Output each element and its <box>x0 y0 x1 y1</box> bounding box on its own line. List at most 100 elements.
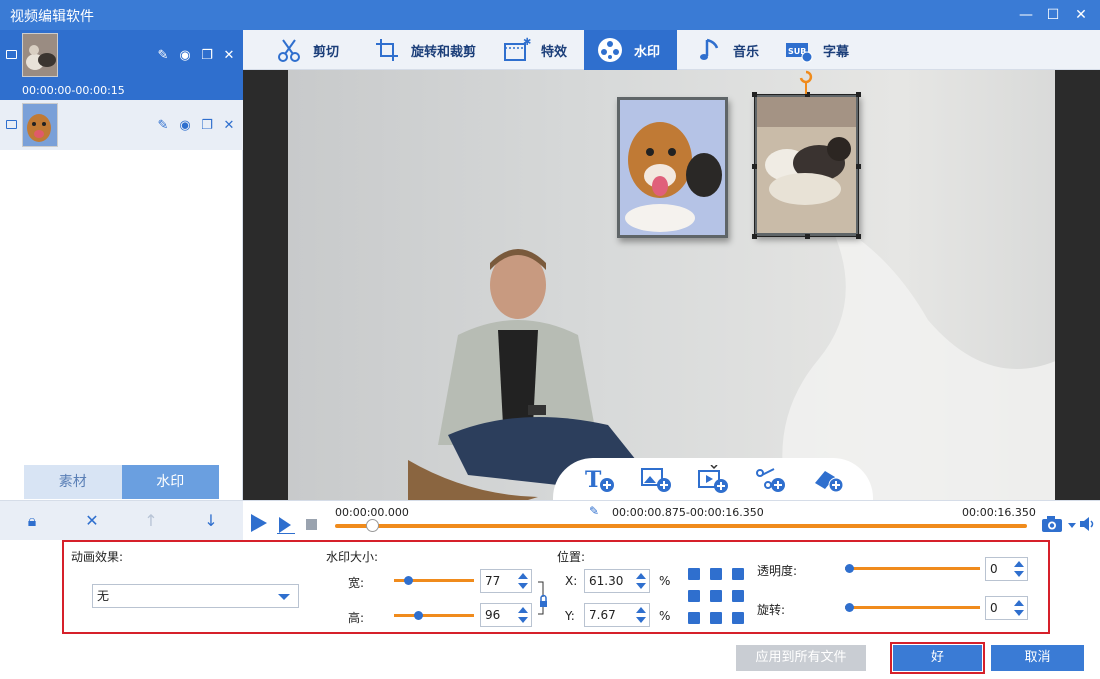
resize-handle[interactable] <box>805 234 810 239</box>
tab-music[interactable]: 音乐 <box>683 30 771 70</box>
position-top-center[interactable] <box>710 568 722 580</box>
opacity-slider-knob[interactable] <box>845 564 854 573</box>
resize-handle[interactable] <box>856 234 861 239</box>
watermark-dog-image[interactable] <box>617 97 728 238</box>
delete-icon[interactable]: ✕ <box>221 118 237 134</box>
tab-music-label: 音乐 <box>733 44 760 60</box>
tab-effects-label: 特效 <box>541 44 568 60</box>
timeline-track[interactable] <box>335 524 1027 528</box>
opacity-input[interactable]: 0 <box>985 557 1028 581</box>
image-file-icon <box>6 120 17 129</box>
file-list-panel: 00:00:00-00:00:15 ✎ ◉ ❐ ✕ ✎ ◉ ❐ ✕ <box>0 30 243 500</box>
spin-arrows-icon[interactable] <box>1013 598 1025 618</box>
camera-dropdown-icon[interactable] <box>1068 523 1076 528</box>
cancel-button[interactable]: 取消 <box>991 645 1084 671</box>
chevron-down-icon <box>278 594 290 600</box>
x-percent: % <box>659 574 671 588</box>
animation-dropdown[interactable]: 无 <box>92 584 299 608</box>
width-slider-knob[interactable] <box>404 576 413 585</box>
resize-handle[interactable] <box>856 92 861 97</box>
height-slider[interactable] <box>394 611 474 620</box>
ok-button[interactable]: 好 <box>890 642 985 674</box>
rotation-input[interactable]: 0 <box>985 596 1028 620</box>
add-shape-watermark-icon[interactable] <box>754 465 786 493</box>
add-video-watermark-icon[interactable] <box>697 464 729 493</box>
svg-text:✱: ✱ <box>523 37 531 48</box>
resize-handle[interactable] <box>752 164 757 169</box>
file-item-image[interactable]: ✎ ◉ ❐ ✕ <box>0 100 243 150</box>
timeline-playhead[interactable] <box>365 519 379 532</box>
position-bottom-center[interactable] <box>710 612 722 624</box>
y-input[interactable]: 7.67 <box>584 603 650 627</box>
tab-watermark-list[interactable]: 水印 <box>121 465 219 499</box>
selection-box[interactable] <box>752 92 861 239</box>
volume-icon[interactable] <box>1079 516 1097 532</box>
add-text-watermark-icon[interactable]: T <box>583 465 615 493</box>
spin-arrows-icon[interactable] <box>1013 559 1025 579</box>
preview-canvas: T <box>288 70 1055 500</box>
opacity-label: 透明度: <box>757 564 798 578</box>
width-slider[interactable] <box>394 576 474 585</box>
opacity-slider[interactable] <box>845 564 980 573</box>
resize-handle[interactable] <box>752 92 757 97</box>
close-button[interactable]: ✕ <box>1066 0 1096 30</box>
edit-icon[interactable]: ✎ <box>155 118 171 134</box>
edit-range-icon[interactable]: ✎ <box>589 504 599 518</box>
tab-rotate-crop[interactable]: 旋转和裁剪 <box>361 30 488 70</box>
tab-watermark-label: 水印 <box>634 44 661 60</box>
position-top-right[interactable] <box>732 568 744 580</box>
position-bottom-right[interactable] <box>732 612 744 624</box>
camera-icon[interactable] <box>1041 515 1065 533</box>
spin-arrows-icon[interactable] <box>517 571 529 591</box>
tab-effects[interactable]: ✱ 特效 <box>491 30 579 70</box>
video-preview: T <box>243 70 1100 500</box>
remove-icon[interactable]: ✕ <box>82 511 102 531</box>
height-slider-knob[interactable] <box>414 611 423 620</box>
resize-handle[interactable] <box>752 234 757 239</box>
rotation-slider[interactable] <box>845 603 980 612</box>
rotate-handle-icon[interactable] <box>798 70 814 94</box>
timeline-start-time: 00:00:00.000 <box>335 506 409 519</box>
tab-subtitles[interactable]: SUB 字幕 <box>773 30 861 70</box>
file-item-video[interactable]: 00:00:00-00:00:15 ✎ ◉ ❐ ✕ <box>0 30 243 100</box>
tab-watermark[interactable]: 水印 <box>584 30 677 70</box>
position-bottom-left[interactable] <box>688 612 700 624</box>
position-middle-left[interactable] <box>688 590 700 602</box>
width-input[interactable]: 77 <box>480 569 532 593</box>
move-down-icon[interactable]: ↓ <box>201 511 221 531</box>
aspect-lock-icon[interactable] <box>537 581 551 615</box>
file-time-range: 00:00:00-00:00:15 <box>22 84 125 97</box>
tab-cut[interactable]: 剪切 <box>263 30 351 70</box>
copy-icon[interactable]: ❐ <box>199 48 215 64</box>
eye-icon[interactable]: ◉ <box>177 48 193 64</box>
eye-icon[interactable]: ◉ <box>177 118 193 134</box>
resize-handle[interactable] <box>856 164 861 169</box>
film-reel-icon <box>598 38 622 62</box>
position-center[interactable] <box>710 590 722 602</box>
minimize-button[interactable]: — <box>1011 0 1041 30</box>
apply-all-button[interactable]: 应用到所有文件 <box>736 645 866 671</box>
height-input[interactable]: 96 <box>480 603 532 627</box>
play-segment-icon[interactable] <box>277 516 295 534</box>
lock-icon[interactable]: 🔒︎ <box>22 511 42 531</box>
stop-icon[interactable] <box>306 519 317 530</box>
add-eraser-watermark-icon[interactable] <box>811 465 844 493</box>
maximize-button[interactable]: ☐ <box>1038 0 1068 30</box>
spin-arrows-icon[interactable] <box>635 571 647 591</box>
tab-materials[interactable]: 素材 <box>24 465 122 499</box>
opacity-value: 0 <box>990 562 998 576</box>
copy-icon[interactable]: ❐ <box>199 118 215 134</box>
move-up-icon[interactable]: ↑ <box>141 511 161 531</box>
spin-arrows-icon[interactable] <box>635 605 647 625</box>
position-middle-right[interactable] <box>732 590 744 602</box>
edit-icon[interactable]: ✎ <box>155 48 171 64</box>
delete-icon[interactable]: ✕ <box>221 48 237 64</box>
position-label: 位置: <box>557 550 586 564</box>
left-tabs: 素材 水印 <box>24 465 219 499</box>
spin-arrows-icon[interactable] <box>517 605 529 625</box>
rotation-slider-knob[interactable] <box>845 603 854 612</box>
add-image-watermark-icon[interactable] <box>640 465 672 493</box>
play-icon[interactable] <box>251 514 267 532</box>
position-top-left[interactable] <box>688 568 700 580</box>
x-input[interactable]: 61.30 <box>584 569 650 593</box>
